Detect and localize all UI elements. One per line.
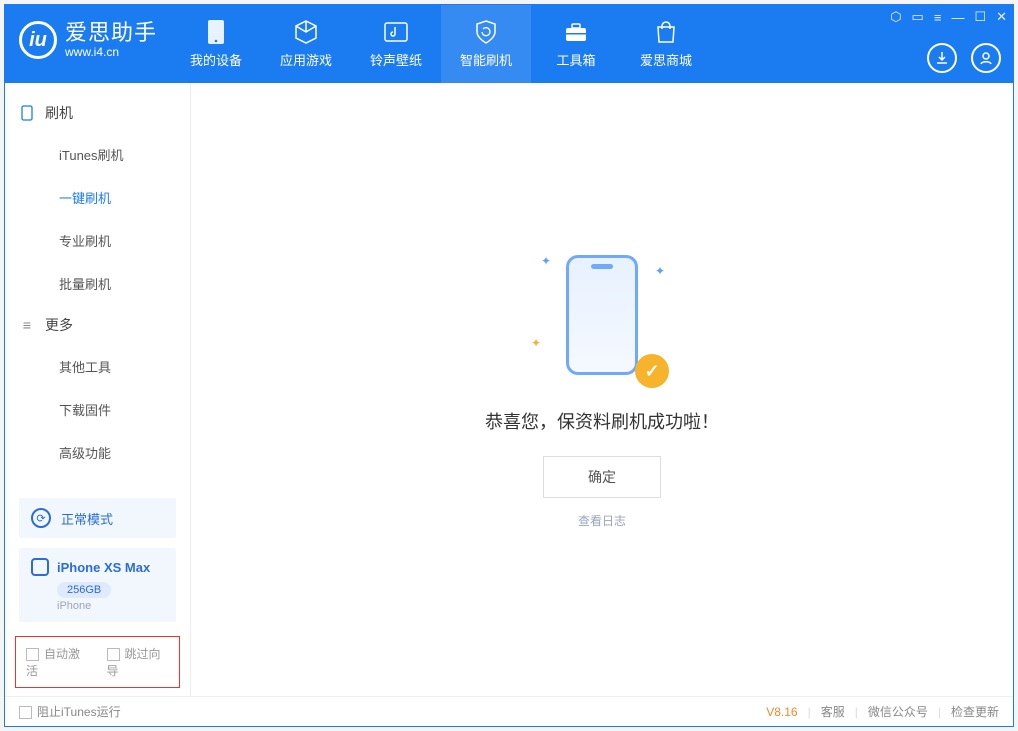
device-capacity: 256GB — [57, 582, 111, 598]
header: iu 爱思助手 www.i4.cn 我的设备 应用游戏 铃声壁纸 智能刷机 — [5, 5, 1013, 83]
ok-button[interactable]: 确定 — [543, 456, 661, 498]
tab-label: 爱思商城 — [640, 50, 692, 69]
success-message: 恭喜您，保资料刷机成功啦！ — [485, 408, 719, 434]
top-tabs: 我的设备 应用游戏 铃声壁纸 智能刷机 工具箱 爱思商城 — [171, 5, 711, 83]
tab-label: 铃声壁纸 — [370, 50, 422, 69]
tab-flash[interactable]: 智能刷机 — [441, 5, 531, 83]
mode-label: 正常模式 — [61, 509, 113, 528]
shield-refresh-icon — [473, 19, 499, 45]
tab-label: 智能刷机 — [460, 50, 512, 69]
tab-store[interactable]: 爱思商城 — [621, 5, 711, 83]
bag-icon — [653, 19, 679, 45]
sparkle-icon: ✦ — [655, 264, 665, 278]
device-type: iPhone — [57, 600, 164, 612]
download-button[interactable] — [927, 43, 957, 73]
body: 刷机 iTunes刷机 一键刷机 专业刷机 批量刷机 ≡ 更多 其他工具 下载固… — [5, 83, 1013, 696]
success-illustration: ✦ ✦ ✦ ✓ — [547, 250, 657, 380]
sidebar-item-pro-flash[interactable]: 专业刷机 — [5, 219, 190, 262]
maximize-icon[interactable]: ☐ — [974, 9, 986, 25]
sparkle-icon: ✦ — [531, 336, 541, 350]
sparkle-icon: ✦ — [541, 254, 551, 268]
cube-icon — [293, 19, 319, 45]
app-window: iu 爱思助手 www.i4.cn 我的设备 应用游戏 铃声壁纸 智能刷机 — [4, 4, 1014, 727]
phone-icon — [203, 19, 229, 45]
version-label: V8.16 — [766, 705, 797, 719]
sidebar-item-oneclick-flash[interactable]: 一键刷机 — [5, 176, 190, 219]
user-button[interactable] — [971, 43, 1001, 73]
tab-label: 工具箱 — [557, 50, 596, 69]
device-name: iPhone XS Max — [57, 560, 150, 575]
sidebar-item-download-firmware[interactable]: 下载固件 — [5, 388, 190, 431]
auto-activate-checkbox[interactable]: 自动激活 — [26, 645, 89, 679]
check-update-link[interactable]: 检查更新 — [951, 703, 999, 720]
wechat-link[interactable]: 微信公众号 — [868, 703, 928, 720]
sidebar-item-itunes-flash[interactable]: iTunes刷机 — [5, 133, 190, 176]
sidebar: 刷机 iTunes刷机 一键刷机 专业刷机 批量刷机 ≡ 更多 其他工具 下载固… — [5, 83, 191, 696]
main-content: ✦ ✦ ✦ ✓ 恭喜您，保资料刷机成功啦！ 确定 查看日志 — [191, 83, 1013, 696]
footer: 阻止iTunes运行 V8.16 | 客服 | 微信公众号 | 检查更新 — [5, 696, 1013, 726]
tab-ringtone[interactable]: 铃声壁纸 — [351, 5, 441, 83]
tab-label: 应用游戏 — [280, 50, 332, 69]
section-label: 更多 — [45, 315, 73, 335]
block-itunes-checkbox[interactable]: 阻止iTunes运行 — [19, 703, 121, 720]
view-log-link[interactable]: 查看日志 — [578, 512, 626, 529]
options-highlight-box: 自动激活 跳过向导 — [15, 636, 180, 688]
skip-wizard-checkbox[interactable]: 跳过向导 — [107, 645, 170, 679]
section-flash: 刷机 — [5, 93, 190, 133]
app-title: 爱思助手 — [65, 21, 157, 45]
sidebar-item-advanced[interactable]: 高级功能 — [5, 431, 190, 474]
header-right-buttons — [927, 43, 1001, 73]
device-icon — [31, 558, 49, 576]
section-label: 刷机 — [45, 103, 73, 123]
section-more: ≡ 更多 — [5, 305, 190, 345]
mode-icon: ⟳ — [31, 508, 51, 528]
close-icon[interactable]: ✕ — [996, 9, 1007, 25]
mode-card[interactable]: ⟳ 正常模式 — [19, 498, 176, 538]
more-icon: ≡ — [19, 317, 35, 333]
app-site: www.i4.cn — [65, 46, 157, 59]
phone-outline-icon — [19, 105, 35, 121]
tshirt-icon[interactable]: ⬡ — [890, 9, 901, 25]
device-card[interactable]: iPhone XS Max 256GB iPhone — [19, 548, 176, 622]
logo: iu 爱思助手 www.i4.cn — [5, 5, 171, 75]
window-controls: ⬡ ▭ ≡ — ☐ ✕ — [890, 9, 1007, 25]
tab-apps[interactable]: 应用游戏 — [261, 5, 351, 83]
list-icon[interactable]: ≡ — [934, 10, 942, 25]
minimize-icon[interactable]: — — [951, 10, 964, 25]
tab-label: 我的设备 — [190, 50, 242, 69]
menu-icon[interactable]: ▭ — [912, 9, 924, 25]
sidebar-item-other-tools[interactable]: 其他工具 — [5, 345, 190, 388]
phone-graphic — [566, 255, 638, 375]
tab-my-device[interactable]: 我的设备 — [171, 5, 261, 83]
logo-icon: iu — [19, 21, 57, 59]
customer-service-link[interactable]: 客服 — [821, 703, 845, 720]
sidebar-item-batch-flash[interactable]: 批量刷机 — [5, 262, 190, 305]
toolbox-icon — [563, 19, 589, 45]
music-folder-icon — [383, 19, 409, 45]
tab-toolbox[interactable]: 工具箱 — [531, 5, 621, 83]
check-badge-icon: ✓ — [635, 354, 669, 388]
